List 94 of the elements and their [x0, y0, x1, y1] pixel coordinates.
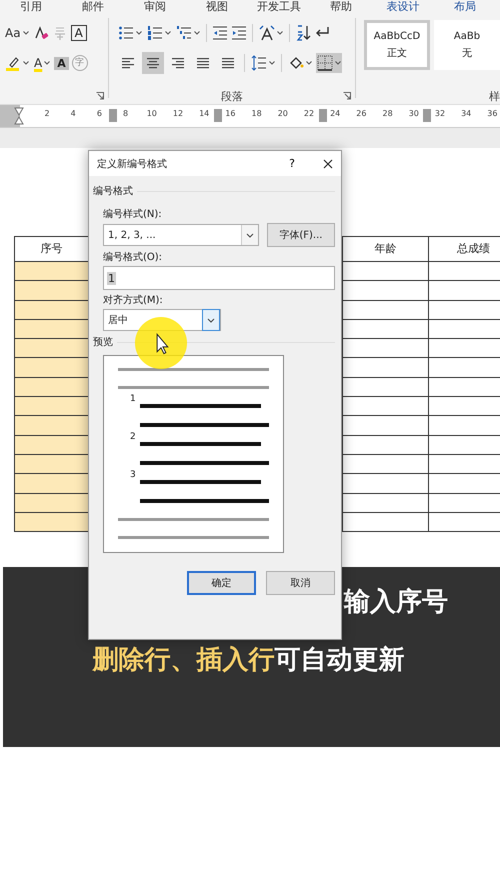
- style-preview: AaBbCcD: [374, 30, 420, 42]
- ruler-number: 4: [70, 109, 77, 118]
- bullet-list-icon: [118, 25, 134, 41]
- caret-icon: [306, 61, 312, 65]
- caption-text: 删除行、插入行可自动更新: [92, 645, 404, 675]
- ruler-number: 14: [198, 109, 210, 118]
- ruler-number: 18: [250, 109, 263, 118]
- table-cell: 总成绩: [429, 237, 500, 262]
- ruler-number: 36: [486, 109, 498, 118]
- ribbon-tab[interactable]: 表设计: [372, 0, 434, 16]
- group-label: 段落: [221, 89, 244, 104]
- asian-layout-icon: [258, 25, 275, 41]
- ribbon-tab[interactable]: 帮助: [310, 0, 372, 16]
- indent-marker-icon[interactable]: [14, 107, 24, 125]
- ok-button[interactable]: 确定: [187, 571, 256, 595]
- caret-icon: [44, 61, 50, 65]
- ribbon-tab[interactable]: 引用: [0, 0, 62, 16]
- paint-bucket-icon: [288, 55, 304, 71]
- ruler-number: 30: [408, 109, 420, 118]
- ruler-number: 12: [172, 109, 184, 118]
- ruler-number: 10: [146, 109, 158, 118]
- ruler-number: 34: [460, 109, 472, 118]
- line-spacing-button[interactable]: [250, 53, 276, 73]
- caret-icon: [136, 31, 142, 35]
- ruler-number: 24: [329, 109, 342, 118]
- ribbon-tab[interactable]: 视图: [186, 0, 248, 16]
- section-title: 预览: [93, 336, 113, 349]
- multilevel-list-icon: [176, 25, 192, 41]
- column-marker[interactable]: [109, 109, 117, 122]
- caret-icon: [334, 61, 341, 65]
- increase-indent-icon[interactable]: [230, 25, 247, 41]
- asian-layout-button[interactable]: [258, 23, 284, 43]
- borders-icon: [316, 55, 333, 71]
- character-border-button[interactable]: A: [70, 25, 87, 41]
- close-icon[interactable]: [323, 158, 333, 168]
- ruler-number: 28: [382, 109, 394, 118]
- caret-icon: [276, 31, 283, 35]
- ribbon-tab[interactable]: 审阅: [124, 0, 186, 16]
- number-style-dropdown[interactable]: 1, 2, 3, ...: [103, 224, 259, 246]
- sort-icon[interactable]: [294, 25, 311, 41]
- caret-icon: [23, 61, 29, 65]
- caret-icon: [164, 31, 171, 35]
- ruler-number: 2: [43, 109, 51, 118]
- caption-text: 输入序号: [344, 587, 448, 617]
- font-color-button[interactable]: A: [33, 54, 52, 72]
- style-name: 无: [462, 46, 472, 60]
- cancel-button[interactable]: 取消: [266, 571, 335, 595]
- column-marker[interactable]: [318, 109, 327, 122]
- character-shading-button[interactable]: A: [54, 56, 69, 70]
- ruler-number: 8: [122, 109, 130, 118]
- field-label: 编号样式(N):: [103, 208, 163, 221]
- field-label: 编号格式(O):: [103, 250, 164, 264]
- preview-number: 2: [129, 432, 137, 442]
- group-label: 样: [488, 89, 500, 104]
- ribbon-tab[interactable]: 开发工具: [248, 0, 310, 16]
- ruler-number: 22: [303, 109, 315, 118]
- numbered-list-icon: [146, 25, 163, 41]
- style-name: 正文: [386, 46, 407, 60]
- caret-icon: [194, 31, 200, 35]
- ruler-number: 20: [276, 109, 289, 118]
- change-case-button[interactable]: Aa: [4, 24, 30, 42]
- help-button[interactable]: ?: [283, 156, 301, 171]
- dialog-title: 定义新编号格式: [97, 158, 168, 170]
- number-format-input[interactable]: 1: [103, 266, 335, 290]
- column-marker[interactable]: [214, 109, 222, 122]
- dialog-launcher-icon[interactable]: [96, 92, 104, 100]
- section-title: 编号格式: [93, 184, 133, 198]
- preview-number: 1: [129, 394, 137, 404]
- font-button[interactable]: 字体(F)...: [266, 223, 335, 247]
- decrease-indent-icon[interactable]: [212, 25, 228, 41]
- ruler-number: 6: [96, 109, 103, 118]
- ruler-number: 26: [355, 109, 368, 118]
- caret-icon: [268, 61, 275, 65]
- style-tile[interactable]: AaBbCcD 正文: [364, 20, 430, 70]
- caret-icon: [22, 31, 29, 35]
- preview-number: 3: [129, 470, 137, 480]
- style-tile[interactable]: AaBb 无: [434, 20, 500, 70]
- column-marker[interactable]: [423, 109, 432, 122]
- dialog-launcher-icon[interactable]: [343, 92, 352, 100]
- field-label: 对齐方式(M):: [103, 294, 164, 307]
- align-button[interactable]: [142, 52, 164, 74]
- ribbon-tab[interactable]: 布局: [434, 0, 496, 16]
- highlighter-icon: [5, 55, 21, 71]
- caret-icon: [246, 232, 254, 238]
- style-preview: AaBb: [454, 30, 480, 42]
- ruler-number: 32: [434, 109, 446, 118]
- table-cell: 年龄: [343, 237, 429, 262]
- clear-format-icon[interactable]: [32, 25, 49, 41]
- ribbon-tab[interactable]: 邮件: [62, 0, 124, 16]
- borders-button[interactable]: [316, 53, 342, 73]
- line-spacing-icon: [250, 55, 267, 71]
- ruler-number: 16: [224, 109, 236, 118]
- numbering-button[interactable]: [146, 23, 172, 43]
- caret-icon: [207, 318, 215, 322]
